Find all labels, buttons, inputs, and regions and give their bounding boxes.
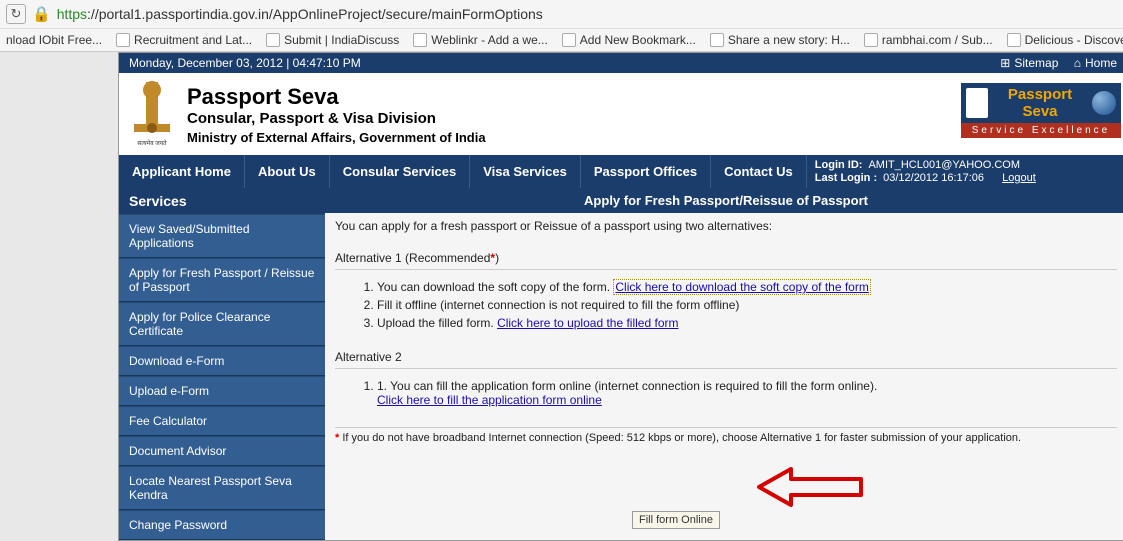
header-titles: Passport Seva Consular, Passport & Visa … xyxy=(187,84,486,145)
bookmark-item[interactable]: Share a new story: H... xyxy=(710,33,850,47)
fill-online-link[interactable]: Click here to fill the application form … xyxy=(377,393,602,407)
browser-chrome: ↻ 🔒 https://portal1.passportindia.gov.in… xyxy=(0,0,1123,52)
sitemap-link[interactable]: ⊞Sitemap xyxy=(1000,56,1058,70)
nav-passport-offices[interactable]: Passport Offices xyxy=(581,155,711,188)
svg-text:सत्यमेव जयते: सत्यमेव जयते xyxy=(137,139,167,147)
alt2-step1: 1. You can fill the application form onl… xyxy=(377,377,1117,409)
bookmark-item[interactable]: rambhai.com / Sub... xyxy=(864,33,993,47)
url-bar: ↻ 🔒 https://portal1.passportindia.gov.in… xyxy=(0,0,1123,28)
sidebar-header: Services xyxy=(119,188,325,214)
alt2-steps: 1. You can fill the application form onl… xyxy=(377,377,1117,409)
top-info-bar: Monday, December 03, 2012 | 04:47:10 PM … xyxy=(119,53,1123,73)
page-icon xyxy=(710,33,724,47)
bookmarks-bar: nload IObit Free... Recruitment and Lat.… xyxy=(0,28,1123,51)
sidebar-item-locate-psk[interactable]: Locate Nearest Passport Seva Kendra xyxy=(119,466,325,510)
bookmark-item[interactable]: Recruitment and Lat... xyxy=(116,33,252,47)
page-icon xyxy=(864,33,878,47)
content-row: Services View Saved/Submitted Applicatio… xyxy=(119,188,1123,540)
alt1-title: Alternative 1 (Recommended*) xyxy=(335,247,1117,270)
nav-visa-services[interactable]: Visa Services xyxy=(470,155,581,188)
nav-contact-us[interactable]: Contact Us xyxy=(711,155,807,188)
upload-form-link[interactable]: Click here to upload the filled form xyxy=(497,316,678,330)
page-container: Monday, December 03, 2012 | 04:47:10 PM … xyxy=(118,52,1123,541)
bookmark-item[interactable]: Delicious - Discover▸ xyxy=(1007,33,1123,47)
globe-icon xyxy=(1092,91,1116,115)
sitemap-icon: ⊞ xyxy=(1000,56,1010,70)
last-login-label: Last Login : xyxy=(815,172,877,184)
alt2-title: Alternative 2 xyxy=(335,346,1117,369)
nav-applicant-home[interactable]: Applicant Home xyxy=(119,155,245,188)
sidebar-item-download-eform[interactable]: Download e-Form xyxy=(119,346,325,376)
intro-text: You can apply for a fresh passport or Re… xyxy=(335,219,1117,233)
mini-emblem-icon xyxy=(966,88,988,118)
reload-button[interactable]: ↻ xyxy=(6,4,26,24)
services-sidebar: Services View Saved/Submitted Applicatio… xyxy=(119,188,325,540)
bookmark-item[interactable]: Submit | IndiaDiscuss xyxy=(266,33,399,47)
bookmark-item[interactable]: Weblinkr - Add a we... xyxy=(413,33,548,47)
nav-about-us[interactable]: About Us xyxy=(245,155,330,188)
main-panel-body: You can apply for a fresh passport or Re… xyxy=(325,213,1123,450)
lock-icon: 🔒 xyxy=(32,5,51,23)
alt1-step3: Upload the filled form. Click here to up… xyxy=(377,314,1117,332)
alt1-step2: Fill it offline (internet connection is … xyxy=(377,296,1117,314)
nav-login-info: Login ID: AMIT_HCL001@YAHOO.COM Last Logi… xyxy=(807,155,1123,188)
main-panel-header: Apply for Fresh Passport/Reissue of Pass… xyxy=(325,188,1123,213)
sidebar-item-upload-eform[interactable]: Upload e-Form xyxy=(119,376,325,406)
page-icon xyxy=(562,33,576,47)
last-login-value: 03/12/2012 16:17:06 xyxy=(883,172,984,184)
download-form-link[interactable]: Click here to download the soft copy of … xyxy=(613,279,870,295)
national-emblem-icon: सत्यमेव जयते xyxy=(127,79,177,149)
datetime-text: Monday, December 03, 2012 | 04:47:10 PM xyxy=(129,56,361,70)
page-icon xyxy=(1007,33,1021,47)
home-link[interactable]: ⌂Home xyxy=(1074,56,1117,70)
banner-label: PassportSeva xyxy=(988,86,1092,120)
site-subtitle: Consular, Passport & Visa Division xyxy=(187,110,486,127)
sidebar-item-view-saved[interactable]: View Saved/Submitted Applications xyxy=(119,214,325,258)
url-path: ://portal1.passportindia.gov.in/AppOnlin… xyxy=(87,6,543,22)
footnote: * If you do not have broadband Internet … xyxy=(335,427,1117,444)
sidebar-item-fee-calculator[interactable]: Fee Calculator xyxy=(119,406,325,436)
bookmark-item[interactable]: nload IObit Free... xyxy=(6,33,102,47)
login-id-value: AMIT_HCL001@YAHOO.COM xyxy=(868,159,1020,171)
bookmark-item[interactable]: Add New Bookmark... xyxy=(562,33,696,47)
sidebar-item-apply-pcc[interactable]: Apply for Police Clearance Certificate xyxy=(119,302,325,346)
annotation-arrow-icon xyxy=(751,467,871,517)
url-text[interactable]: https://portal1.passportindia.gov.in/App… xyxy=(57,6,543,22)
fill-form-tooltip: Fill form Online xyxy=(632,511,720,529)
main-nav: Applicant Home About Us Consular Service… xyxy=(119,155,1123,188)
alt1-steps: You can download the soft copy of the fo… xyxy=(377,278,1117,332)
page-icon xyxy=(116,33,130,47)
site-header: सत्यमेव जयते Passport Seva Consular, Pas… xyxy=(119,73,1123,155)
topbar-right: ⊞Sitemap ⌂Home xyxy=(988,56,1117,70)
page-icon xyxy=(266,33,280,47)
home-icon: ⌂ xyxy=(1074,56,1081,70)
page-icon xyxy=(413,33,427,47)
site-title: Passport Seva xyxy=(187,84,486,110)
passport-seva-banner: PassportSeva Service Excellence xyxy=(961,83,1121,138)
alt1-step1: You can download the soft copy of the fo… xyxy=(377,278,1117,296)
login-id-label: Login ID: xyxy=(815,159,863,171)
sidebar-item-document-advisor[interactable]: Document Advisor xyxy=(119,436,325,466)
url-scheme: https xyxy=(57,6,87,22)
logout-link[interactable]: Logout xyxy=(1002,172,1036,184)
sidebar-item-change-password[interactable]: Change Password xyxy=(119,510,325,540)
main-panel: Apply for Fresh Passport/Reissue of Pass… xyxy=(325,188,1123,540)
nav-consular-services[interactable]: Consular Services xyxy=(330,155,470,188)
banner-tagline: Service Excellence xyxy=(961,123,1121,138)
sidebar-item-apply-fresh[interactable]: Apply for Fresh Passport / Reissue of Pa… xyxy=(119,258,325,302)
site-ministry: Ministry of External Affairs, Government… xyxy=(187,130,486,145)
